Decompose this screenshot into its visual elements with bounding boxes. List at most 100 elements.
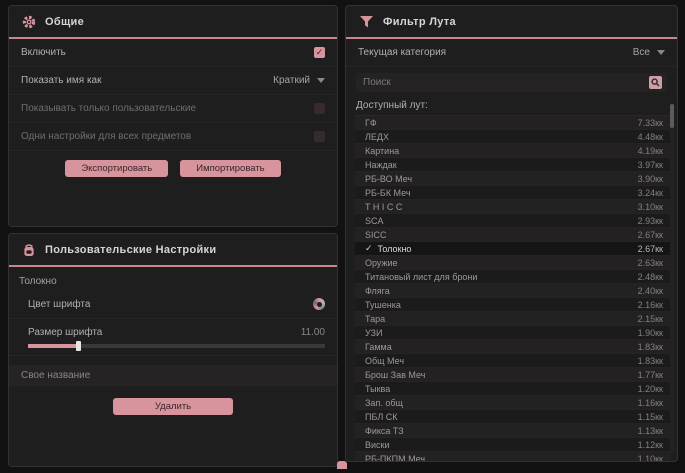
loot-item-price: 3.10кк: [638, 202, 663, 212]
loot-item-name: Общ Меч: [365, 356, 404, 366]
loot-item[interactable]: Брош Зав Меч1.77кк: [355, 368, 671, 382]
only-custom-checkbox[interactable]: [314, 103, 325, 114]
loot-item[interactable]: SICC2.67кк: [355, 228, 671, 242]
loot-item[interactable]: ГФ7.33кк: [355, 116, 671, 130]
loot-item-price: 1.77кк: [638, 370, 663, 380]
loot-item[interactable]: РБ-БК Меч3.24кк: [355, 186, 671, 200]
loot-item[interactable]: SCA 2.93кк: [355, 214, 671, 228]
font-color-label: Цвет шрифта: [28, 299, 90, 310]
backpack-icon: [22, 243, 36, 257]
loot-item[interactable]: Общ Меч 1.83кк: [355, 354, 671, 368]
loot-item-name: РБ-БК Меч: [365, 188, 411, 198]
scrollbar-handle[interactable]: [670, 104, 674, 128]
loot-item-name: РБ-ПКПМ Меч: [365, 454, 425, 463]
loot-item-name: SICC: [365, 230, 387, 240]
font-size-slider[interactable]: [28, 344, 325, 348]
export-import-row: Экспортировать Импортировать: [9, 151, 337, 186]
same-settings-label: Одни настройки для всех предметов: [21, 131, 191, 142]
loot-item-price: 1.13кк: [638, 426, 663, 436]
only-custom-label: Показывать только пользовательские: [21, 103, 196, 114]
export-button[interactable]: Экспортировать: [65, 160, 168, 177]
enable-label: Включить: [21, 47, 66, 58]
loot-item-name: Виски: [365, 440, 390, 450]
loot-item-price: 2.15кк: [638, 314, 663, 324]
loot-item-name: Оружие: [365, 258, 398, 268]
loot-item-name: Наждак: [365, 160, 397, 170]
loot-item-name: РБ-ВО Меч: [365, 174, 412, 184]
checkmark-icon: ✓: [365, 243, 373, 254]
loot-item-price: 4.19кк: [638, 146, 663, 156]
slider-handle[interactable]: [76, 341, 81, 351]
filter-panel-header: Фильтр Лута: [346, 6, 677, 37]
category-dropdown[interactable]: Все: [633, 47, 665, 58]
setting-row-same-settings: Одни настройки для всех предметов: [9, 123, 337, 151]
loot-item[interactable]: T H I C C 3.10кк: [355, 200, 671, 214]
search-input[interactable]: Поиск: [356, 73, 667, 92]
loot-item-price: 7.33кк: [638, 118, 663, 128]
loot-item[interactable]: Титановый лист для брони 2.48кк: [355, 270, 671, 284]
loot-item[interactable]: РБ-ПКПМ Меч1.10кк: [355, 452, 671, 462]
loot-item[interactable]: Зап. общ1.16кк: [355, 396, 671, 410]
loot-item-name: Тыква: [365, 384, 390, 394]
gear-icon: [22, 15, 36, 29]
loot-item-name: Титановый лист для брони: [365, 272, 477, 282]
loot-item[interactable]: Тыква 1.20кк: [355, 382, 671, 396]
category-value: Все: [633, 47, 650, 58]
loot-item[interactable]: Тушенка2.16кк: [355, 298, 671, 312]
setting-row-name-mode: Показать имя как Краткий: [9, 67, 337, 95]
loot-item[interactable]: Фляга2.40кк: [355, 284, 671, 298]
font-size-slider-wrap: [9, 342, 337, 356]
name-mode-dropdown[interactable]: Краткий: [273, 75, 325, 86]
loot-item[interactable]: Тара 2.15кк: [355, 312, 671, 326]
loot-item[interactable]: Оружие2.63кк: [355, 256, 671, 270]
funnel-icon: [359, 15, 374, 29]
chevron-down-icon: [317, 78, 325, 83]
same-settings-checkbox[interactable]: [314, 131, 325, 142]
loot-item-price: 1.83кк: [638, 356, 663, 366]
loot-item[interactable]: Картина 4.19кк: [355, 144, 671, 158]
search-icon[interactable]: [649, 76, 662, 89]
loot-item-price: 1.20кк: [638, 384, 663, 394]
category-label: Текущая категория: [358, 47, 446, 58]
loot-item-name: УЗИ: [365, 328, 382, 338]
loot-list: ГФ7.33ккЛЕДХ4.48кк Картина 4.19кк Наждак 3.9…: [355, 115, 671, 462]
loot-item[interactable]: РБ-ВО Меч3.90кк: [355, 172, 671, 186]
slider-fill: [28, 344, 78, 348]
font-size-label: Размер шрифта: [28, 327, 102, 338]
general-panel-header: Общие: [9, 6, 337, 37]
loot-item-name: Картина: [365, 146, 399, 156]
enable-checkbox[interactable]: ✓: [314, 47, 325, 58]
loot-item-name: T H I C C: [365, 202, 402, 212]
loot-item-price: 1.16кк: [638, 398, 663, 408]
delete-button[interactable]: Удалить: [113, 398, 233, 415]
loot-item-name: Гамма: [365, 342, 392, 352]
loot-item-name: Тара: [365, 314, 385, 324]
list-scrollbar[interactable]: [670, 102, 674, 453]
loot-item[interactable]: УЗИ 1.90кк: [355, 326, 671, 340]
custom-name-input[interactable]: Свое название: [9, 365, 337, 386]
loot-item-price: 3.97кк: [638, 160, 663, 170]
loot-item-price: 2.93кк: [638, 216, 663, 226]
loot-item-price: 1.83кк: [638, 342, 663, 352]
loot-item[interactable]: Наждак 3.97кк: [355, 158, 671, 172]
loot-item-price: 1.15кк: [638, 412, 663, 422]
loot-item[interactable]: ✓Толокно2.67кк: [355, 242, 671, 256]
selected-item-label: Толокно: [9, 267, 337, 290]
loot-item-price: 1.90кк: [638, 328, 663, 338]
loot-item[interactable]: ЛЕДХ4.48кк: [355, 130, 671, 144]
setting-row-enable: Включить ✓: [9, 39, 337, 67]
loot-item[interactable]: Гамма 1.83кк: [355, 340, 671, 354]
name-mode-value: Краткий: [273, 75, 310, 86]
color-picker-icon[interactable]: [313, 298, 325, 310]
window-drag-handle[interactable]: [337, 461, 347, 469]
loot-item[interactable]: ПБЛ СК1.15кк: [355, 410, 671, 424]
font-color-row: Цвет шрифта: [9, 290, 337, 319]
import-button[interactable]: Импортировать: [180, 160, 280, 177]
general-panel-title: Общие: [45, 16, 84, 28]
loot-item[interactable]: Фикса ТЗ1.13кк: [355, 424, 671, 438]
loot-item-price: 2.48кк: [638, 272, 663, 282]
loot-item-name: SCA: [365, 216, 384, 226]
available-loot-label: Доступный лут:: [346, 92, 677, 115]
loot-item-price: 2.67кк: [638, 244, 663, 254]
loot-item[interactable]: Виски1.12кк: [355, 438, 671, 452]
